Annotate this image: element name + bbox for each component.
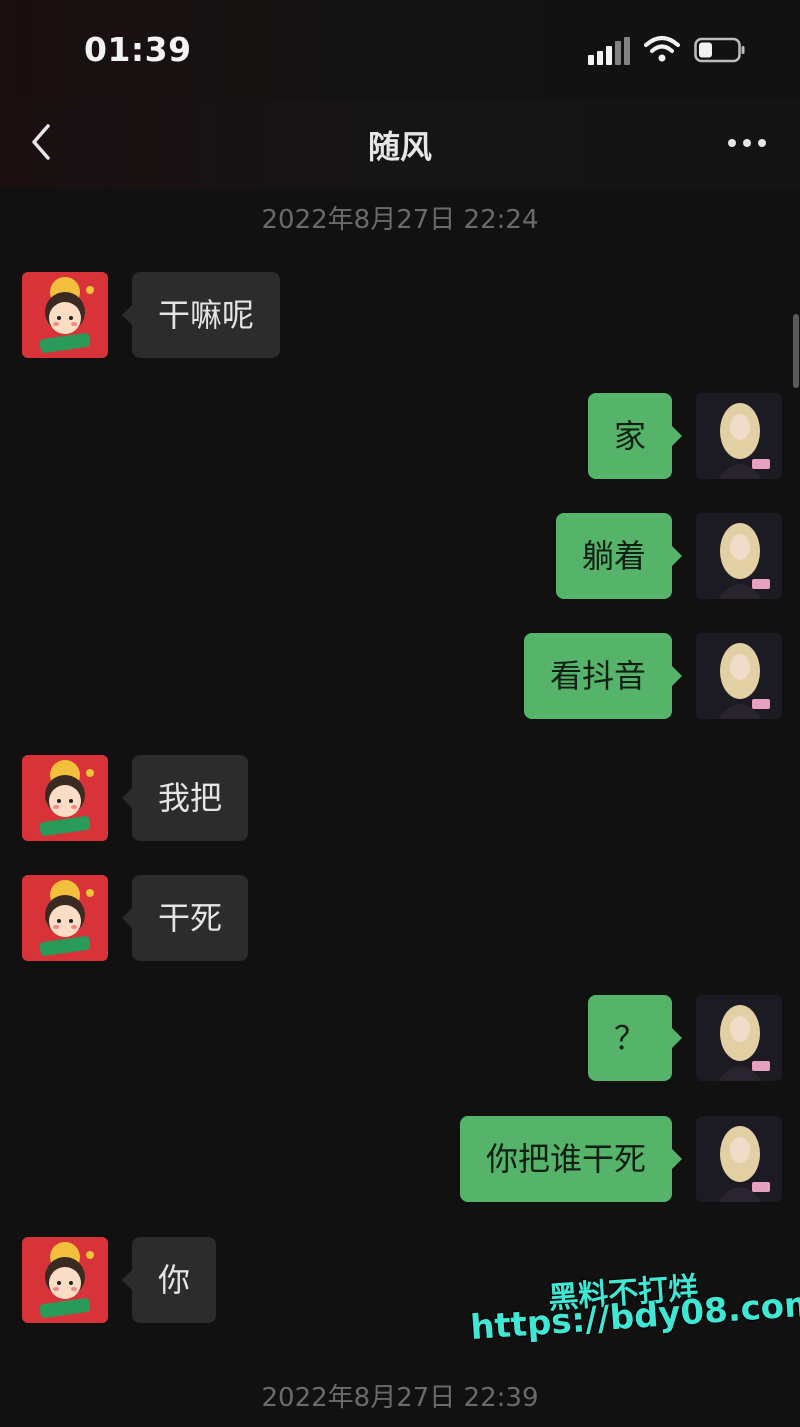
message-row: 干死 bbox=[0, 875, 800, 963]
contact-avatar[interactable] bbox=[22, 1237, 108, 1323]
chat-timestamp: 2022年8月27日 22:39 bbox=[261, 1383, 539, 1413]
signal-bars-icon bbox=[588, 35, 630, 65]
user-avatar[interactable] bbox=[696, 513, 782, 599]
message-row: 躺着 bbox=[0, 513, 800, 601]
message-row: 看抖音 bbox=[0, 633, 800, 721]
contact-avatar[interactable] bbox=[22, 755, 108, 841]
status-bar: 01:39 bbox=[0, 0, 800, 100]
message-bubble-outgoing[interactable]: 看抖音 bbox=[523, 633, 683, 719]
wifi-icon bbox=[644, 36, 680, 62]
message-bubble-incoming[interactable]: 你 bbox=[121, 1237, 217, 1323]
message-bubble-outgoing[interactable]: 躺着 bbox=[555, 513, 683, 599]
chat-timestamp: 2022年8月27日 22:24 bbox=[261, 205, 539, 235]
user-avatar[interactable] bbox=[696, 633, 782, 719]
message-bubble-outgoing[interactable]: 你把谁干死 bbox=[459, 1116, 683, 1202]
message-bubble-outgoing[interactable]: ？ bbox=[587, 995, 683, 1081]
message-row: 家 bbox=[0, 393, 800, 481]
contact-avatar[interactable] bbox=[22, 272, 108, 358]
message-bubble-incoming[interactable]: 干嘛呢 bbox=[121, 272, 281, 358]
message-row: 干嘛呢 bbox=[0, 272, 800, 360]
chat-title: 随风 bbox=[367, 128, 432, 166]
message-row: 我把 bbox=[0, 755, 800, 843]
message-bubble-incoming[interactable]: 干死 bbox=[121, 875, 249, 961]
message-bubble-outgoing[interactable]: 家 bbox=[587, 393, 683, 479]
user-avatar[interactable] bbox=[696, 393, 782, 479]
more-dots-icon[interactable] bbox=[722, 128, 772, 158]
user-avatar[interactable] bbox=[696, 1116, 782, 1202]
contact-avatar[interactable] bbox=[22, 875, 108, 961]
user-avatar[interactable] bbox=[696, 995, 782, 1081]
message-row: 你把谁干死 bbox=[0, 1116, 800, 1204]
message-bubble-incoming[interactable]: 我把 bbox=[121, 755, 249, 841]
chat-header: 随风 bbox=[0, 100, 800, 188]
battery-icon bbox=[694, 37, 745, 63]
message-row: ？ bbox=[0, 995, 800, 1083]
status-time: 01:39 bbox=[84, 30, 192, 69]
